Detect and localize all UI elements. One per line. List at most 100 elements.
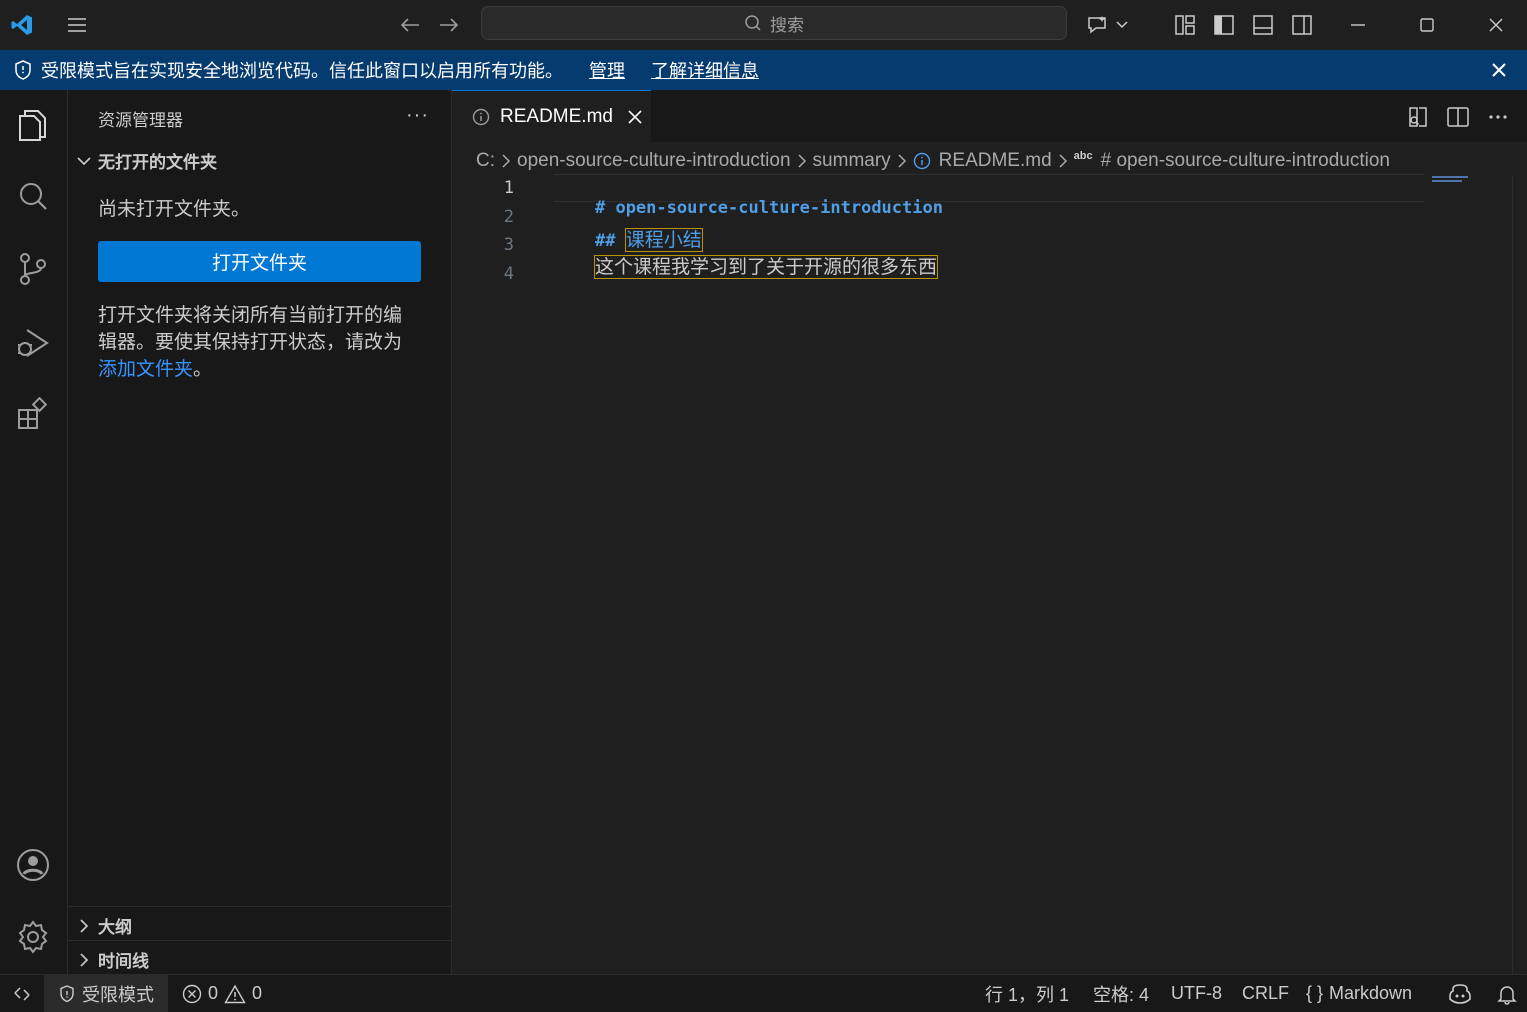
section-label: 无打开的文件夹 xyxy=(98,153,217,172)
forward-arrow-icon[interactable] xyxy=(437,13,461,37)
info-icon xyxy=(472,108,490,126)
chevron-right-icon xyxy=(501,153,511,169)
code-line-3[interactable]: 这个课程我学习到了关于开源的很多东西 xyxy=(554,232,938,299)
braces-icon: { } xyxy=(1306,983,1324,1003)
toggle-primary-sidebar-icon[interactable] xyxy=(1212,13,1236,37)
menu-icon[interactable] xyxy=(65,13,89,37)
add-folder-suffix: 。 xyxy=(193,359,213,380)
open-folder-button[interactable]: 打开文件夹 xyxy=(98,241,421,282)
close-window-icon[interactable] xyxy=(1484,13,1508,37)
remote-indicator[interactable] xyxy=(0,975,44,1012)
restricted-mode-label: 受限模式 xyxy=(82,984,154,1005)
chevron-right-icon xyxy=(1058,153,1068,169)
shield-icon xyxy=(13,59,33,81)
shield-icon xyxy=(58,984,76,1004)
language-label: Markdown xyxy=(1329,983,1413,1003)
manage-link[interactable]: 管理 xyxy=(589,57,625,83)
banner-message: 受限模式旨在实现安全地浏览代码。信任此窗口以启用所有功能。 xyxy=(41,61,563,81)
section-divider xyxy=(68,940,452,941)
language-mode[interactable]: { } Markdown xyxy=(1306,975,1412,1012)
problems-indicator[interactable]: 0 0 xyxy=(182,975,262,1012)
breadcrumb-drive[interactable]: C: xyxy=(476,150,495,172)
chevron-right-icon xyxy=(76,952,92,968)
command-center-search[interactable]: 搜索 xyxy=(481,6,1067,40)
chevron-right-icon xyxy=(76,918,92,934)
chevron-right-icon xyxy=(897,153,907,169)
info-icon xyxy=(913,152,931,170)
customize-layout-icon[interactable] xyxy=(1173,13,1197,37)
warning-icon xyxy=(224,984,246,1004)
settings-gear-icon[interactable] xyxy=(14,918,52,956)
editor-tab-bar: README.md xyxy=(452,90,1527,142)
line-number: 4 xyxy=(503,264,514,284)
section-label: 大纲 xyxy=(98,918,132,937)
source-control-icon[interactable] xyxy=(14,250,52,288)
open-preview-to-side-icon[interactable] xyxy=(1406,105,1430,129)
learn-more-link[interactable]: 了解详细信息 xyxy=(651,57,759,83)
tab-label: README.md xyxy=(500,105,613,127)
close-banner-icon[interactable] xyxy=(1488,59,1510,81)
toggle-panel-icon[interactable] xyxy=(1251,13,1275,37)
maximize-window-icon[interactable] xyxy=(1415,13,1439,37)
breadcrumb-file[interactable]: README.md xyxy=(939,150,1052,172)
minimap[interactable] xyxy=(1432,176,1468,182)
info-line-1: 打开文件夹将关闭所有当前打开的编 xyxy=(98,305,403,326)
search-placeholder: 搜索 xyxy=(770,15,804,35)
section-label: 时间线 xyxy=(98,952,149,971)
end-of-line[interactable]: CRLF xyxy=(1242,975,1289,1012)
search-view-icon[interactable] xyxy=(14,178,52,216)
warning-count: 0 xyxy=(252,983,263,1003)
back-arrow-icon[interactable] xyxy=(398,13,422,37)
explorer-sidebar: 资源管理器 ··· 无打开的文件夹 尚未打开文件夹。 打开文件夹 打开文件夹将关… xyxy=(68,90,452,974)
timeline-section-header[interactable]: 时间线 xyxy=(76,947,149,972)
tab-readme[interactable]: README.md xyxy=(452,90,651,142)
paragraph-text: 这个课程我学习到了关于开源的很多东西 xyxy=(593,255,938,279)
no-folder-section-header[interactable]: 无打开的文件夹 xyxy=(76,148,217,173)
activity-bar xyxy=(0,90,68,974)
toggle-secondary-sidebar-icon[interactable] xyxy=(1290,13,1314,37)
more-actions-icon[interactable] xyxy=(1486,105,1510,129)
chevron-down-icon xyxy=(76,153,92,169)
no-folder-text: 尚未打开文件夹。 xyxy=(98,199,251,220)
vertical-scrollbar[interactable] xyxy=(1512,176,1513,974)
copilot-chat-icon[interactable] xyxy=(1084,13,1130,37)
breadcrumb-folder[interactable]: open-source-culture-introduction xyxy=(517,150,791,172)
more-actions-icon[interactable]: ··· xyxy=(406,104,429,127)
breadcrumb-symbol[interactable]: # open-source-culture-introduction xyxy=(1101,150,1390,172)
chevron-right-icon xyxy=(797,153,807,169)
vscode-logo-icon xyxy=(10,13,34,37)
encoding[interactable]: UTF-8 xyxy=(1171,975,1222,1012)
minimize-window-icon[interactable] xyxy=(1346,13,1370,37)
outline-section-header[interactable]: 大纲 xyxy=(76,913,132,938)
title-bar: 搜索 xyxy=(0,0,1527,50)
line-number: 3 xyxy=(503,235,514,255)
close-tab-icon[interactable] xyxy=(627,109,643,125)
sidebar-title: 资源管理器 xyxy=(98,111,183,130)
accounts-icon[interactable] xyxy=(14,846,52,884)
line-number: 2 xyxy=(503,207,514,227)
error-icon xyxy=(182,984,202,1004)
explorer-icon[interactable] xyxy=(14,106,52,144)
editor-area[interactable]: C: open-source-culture-introduction summ… xyxy=(452,142,1527,974)
status-bar: 受限模式 0 0 行 1，列 1 空格: 4 UTF-8 CRLF { } Ma… xyxy=(0,974,1527,1012)
section-divider xyxy=(68,906,452,907)
copilot-icon[interactable] xyxy=(1448,975,1472,1012)
notifications-bell-icon[interactable] xyxy=(1496,975,1518,1012)
search-icon xyxy=(744,14,762,32)
open-folder-info: 打开文件夹将关闭所有当前打开的编 辑器。要使其保持打开状态，请改为 添加文件夹。 xyxy=(98,302,402,383)
symbol-string-icon: abc xyxy=(1073,150,1093,162)
run-and-debug-icon[interactable] xyxy=(14,324,52,362)
error-count: 0 xyxy=(208,983,219,1003)
remote-icon xyxy=(12,984,32,1004)
split-editor-icon[interactable] xyxy=(1446,105,1470,129)
info-line-2: 辑器。要使其保持打开状态，请改为 xyxy=(98,332,403,353)
breadcrumb: C: open-source-culture-introduction summ… xyxy=(476,147,1390,175)
restricted-mode-indicator[interactable]: 受限模式 xyxy=(44,975,168,1012)
extensions-icon[interactable] xyxy=(14,395,52,433)
cursor-position[interactable]: 行 1，列 1 xyxy=(985,975,1069,1012)
add-folder-link[interactable]: 添加文件夹 xyxy=(98,359,193,380)
breadcrumb-subfolder[interactable]: summary xyxy=(813,150,891,172)
restricted-mode-banner: 受限模式旨在实现安全地浏览代码。信任此窗口以启用所有功能。 管理 了解详细信息 xyxy=(0,50,1527,90)
indentation[interactable]: 空格: 4 xyxy=(1093,975,1149,1012)
line-number: 1 xyxy=(503,178,514,198)
